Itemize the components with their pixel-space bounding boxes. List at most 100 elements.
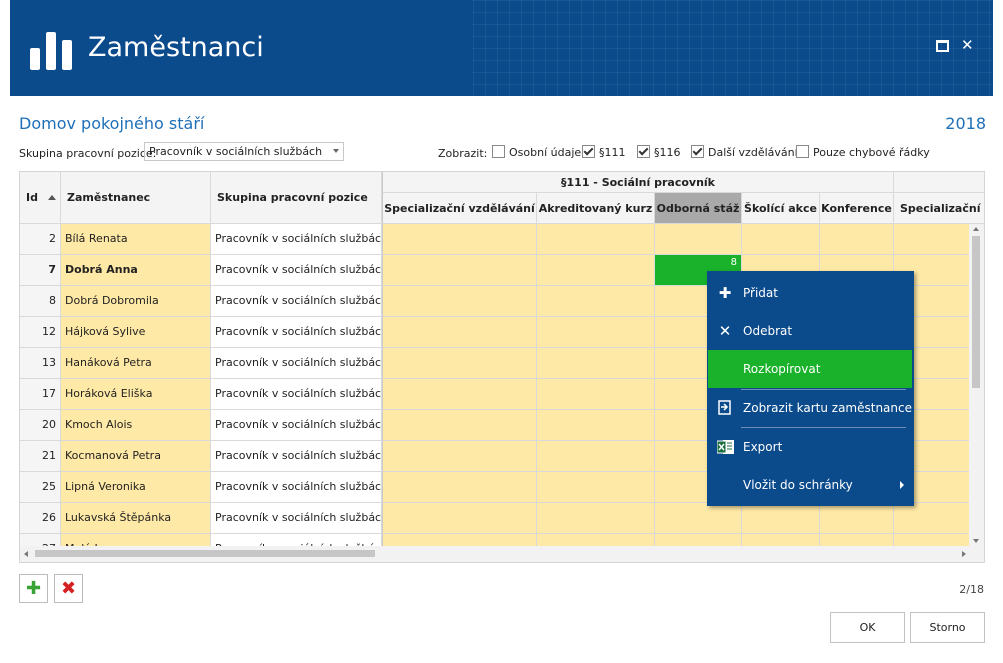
ok-button[interactable]: OK: [830, 612, 905, 643]
column-header-specialization-2[interactable]: Specializační v: [894, 193, 984, 224]
row-value-cell[interactable]: [537, 348, 655, 379]
menu-item-add[interactable]: ✚ Přidat: [707, 274, 914, 312]
row-value-cell[interactable]: [537, 410, 655, 441]
row-value-cell[interactable]: [537, 441, 655, 472]
year-label: 2018: [945, 114, 986, 133]
row-position-group-cell[interactable]: Pracovník v sociálních službách: [211, 348, 382, 379]
checkbox-par111[interactable]: §111: [582, 145, 626, 159]
row-employee-cell[interactable]: Dobrá Anna: [61, 255, 211, 286]
row-value-cell[interactable]: [537, 224, 655, 255]
row-value-cell[interactable]: [655, 224, 742, 255]
row-employee-cell[interactable]: Lipná Veronika: [61, 472, 211, 503]
row-employee-cell[interactable]: Hanáková Petra: [61, 348, 211, 379]
menu-item-show-employee-card[interactable]: Zobrazit kartu zaměstnance: [707, 389, 914, 427]
column-header-conference[interactable]: Konference: [820, 193, 894, 224]
checkbox-personal-data[interactable]: Osobní údaje: [492, 145, 581, 159]
column-header-specialization[interactable]: Specializační vzdělávání: [382, 193, 537, 224]
column-header-accredited-course[interactable]: Akreditovaný kurz: [537, 193, 655, 224]
remove-row-button[interactable]: ✖: [54, 574, 83, 603]
row-employee-cell[interactable]: Kmoch Alois: [61, 410, 211, 441]
row-value-cell[interactable]: [742, 224, 820, 255]
column-header-position-group[interactable]: Skupina pracovní pozice: [211, 172, 382, 224]
menu-item-label: Přidat: [743, 286, 778, 300]
row-id-cell[interactable]: 8: [20, 286, 61, 317]
row-id-cell[interactable]: 26: [20, 503, 61, 534]
row-value-cell[interactable]: [820, 224, 894, 255]
cancel-button[interactable]: Storno: [910, 612, 985, 643]
row-id-cell[interactable]: 13: [20, 348, 61, 379]
column-header-training[interactable]: Školící akce: [742, 193, 820, 224]
row-position-group-cell[interactable]: Pracovník v sociálních službách: [211, 255, 382, 286]
row-value-cell[interactable]: [537, 503, 655, 534]
column-header-id[interactable]: Id: [20, 172, 61, 224]
row-value-cell[interactable]: [382, 379, 537, 410]
checkbox-further-education[interactable]: Další vzdělávání: [691, 145, 798, 159]
menu-item-remove[interactable]: ✕ Odebrat: [707, 312, 914, 350]
close-icon[interactable]: ✕: [961, 36, 974, 54]
row-value-cell[interactable]: [537, 255, 655, 286]
row-id-cell[interactable]: 17: [20, 379, 61, 410]
row-employee-cell[interactable]: Hájková Sylive: [61, 317, 211, 348]
maximize-icon[interactable]: [936, 38, 949, 52]
row-employee-cell[interactable]: Kocmanová Petra: [61, 441, 211, 472]
group-filter-label: Skupina pracovní pozice:: [19, 147, 157, 160]
row-position-group-cell[interactable]: Pracovník v sociálních službách: [211, 472, 382, 503]
vertical-scrollbar[interactable]: [969, 224, 984, 546]
row-value-cell[interactable]: [382, 286, 537, 317]
menu-item-paste-to-clipboard[interactable]: Vložit do schránky: [707, 466, 914, 504]
row-value-cell[interactable]: [382, 224, 537, 255]
checkbox-par116[interactable]: §116: [637, 145, 681, 159]
row-id-cell[interactable]: 20: [20, 410, 61, 441]
row-value-cell[interactable]: [742, 503, 820, 534]
row-position-group-cell[interactable]: Pracovník v sociálních službách: [211, 286, 382, 317]
scroll-up-icon[interactable]: [973, 227, 979, 231]
scroll-right-icon[interactable]: [962, 551, 966, 557]
row-value-cell[interactable]: [382, 472, 537, 503]
row-id-cell[interactable]: 21: [20, 441, 61, 472]
row-id-cell[interactable]: 2: [20, 224, 61, 255]
scroll-down-icon[interactable]: [973, 539, 979, 543]
column-header-employee[interactable]: Zaměstnanec: [61, 172, 211, 224]
menu-item-export[interactable]: Export: [707, 428, 914, 466]
row-value-cell[interactable]: [537, 286, 655, 317]
row-position-group-cell[interactable]: Pracovník v sociálních službách: [211, 410, 382, 441]
menu-item-label: Vložit do schránky: [743, 478, 853, 492]
row-value-cell[interactable]: [382, 317, 537, 348]
row-value-cell[interactable]: [537, 472, 655, 503]
window-title: Zaměstnanci: [88, 32, 264, 63]
menu-item-copy-across[interactable]: Rozkopírovat: [708, 350, 912, 388]
row-value-cell[interactable]: [382, 503, 537, 534]
card-icon: [717, 400, 733, 416]
row-id-cell[interactable]: 7: [20, 255, 61, 286]
row-position-group-cell[interactable]: Pracovník v sociálních službách: [211, 503, 382, 534]
context-menu: ✚ Přidat ✕ Odebrat Rozkopírovat Zobrazit…: [707, 271, 914, 506]
scroll-left-icon[interactable]: [24, 551, 28, 557]
row-value-cell[interactable]: [382, 441, 537, 472]
row-value-cell[interactable]: [537, 317, 655, 348]
row-id-cell[interactable]: 12: [20, 317, 61, 348]
row-employee-cell[interactable]: Lukavská Štěpánka: [61, 503, 211, 534]
row-value-cell[interactable]: [655, 503, 742, 534]
checkbox-error-rows-only[interactable]: Pouze chybové řádky: [796, 145, 930, 159]
row-value-cell[interactable]: [382, 255, 537, 286]
column-header-internship[interactable]: Odborná stáž: [655, 193, 742, 224]
vertical-scroll-thumb[interactable]: [972, 236, 980, 388]
row-employee-cell[interactable]: Dobrá Dobromila: [61, 286, 211, 317]
row-position-group-cell[interactable]: Pracovník v sociálních službách: [211, 441, 382, 472]
row-value-cell[interactable]: [537, 379, 655, 410]
row-employee-cell[interactable]: Bílá Renata: [61, 224, 211, 255]
row-position-group-cell[interactable]: Pracovník v sociálních službách: [211, 379, 382, 410]
add-row-button[interactable]: ✚: [19, 574, 48, 603]
row-value-cell[interactable]: [820, 503, 894, 534]
row-employee-cell[interactable]: Horáková Eliška: [61, 379, 211, 410]
horizontal-scroll-thumb[interactable]: [35, 550, 375, 557]
row-value-cell[interactable]: [382, 410, 537, 441]
group-filter-select[interactable]: Pracovník v sociálních službách: [144, 142, 344, 161]
row-position-group-cell[interactable]: Pracovník v sociálních službách: [211, 224, 382, 255]
plus-icon: ✚: [718, 284, 732, 302]
row-value-cell[interactable]: [382, 348, 537, 379]
row-position-group-cell[interactable]: Pracovník v sociálních službách: [211, 317, 382, 348]
checkbox-box: [492, 145, 505, 158]
horizontal-scrollbar[interactable]: [20, 546, 984, 562]
row-id-cell[interactable]: 25: [20, 472, 61, 503]
